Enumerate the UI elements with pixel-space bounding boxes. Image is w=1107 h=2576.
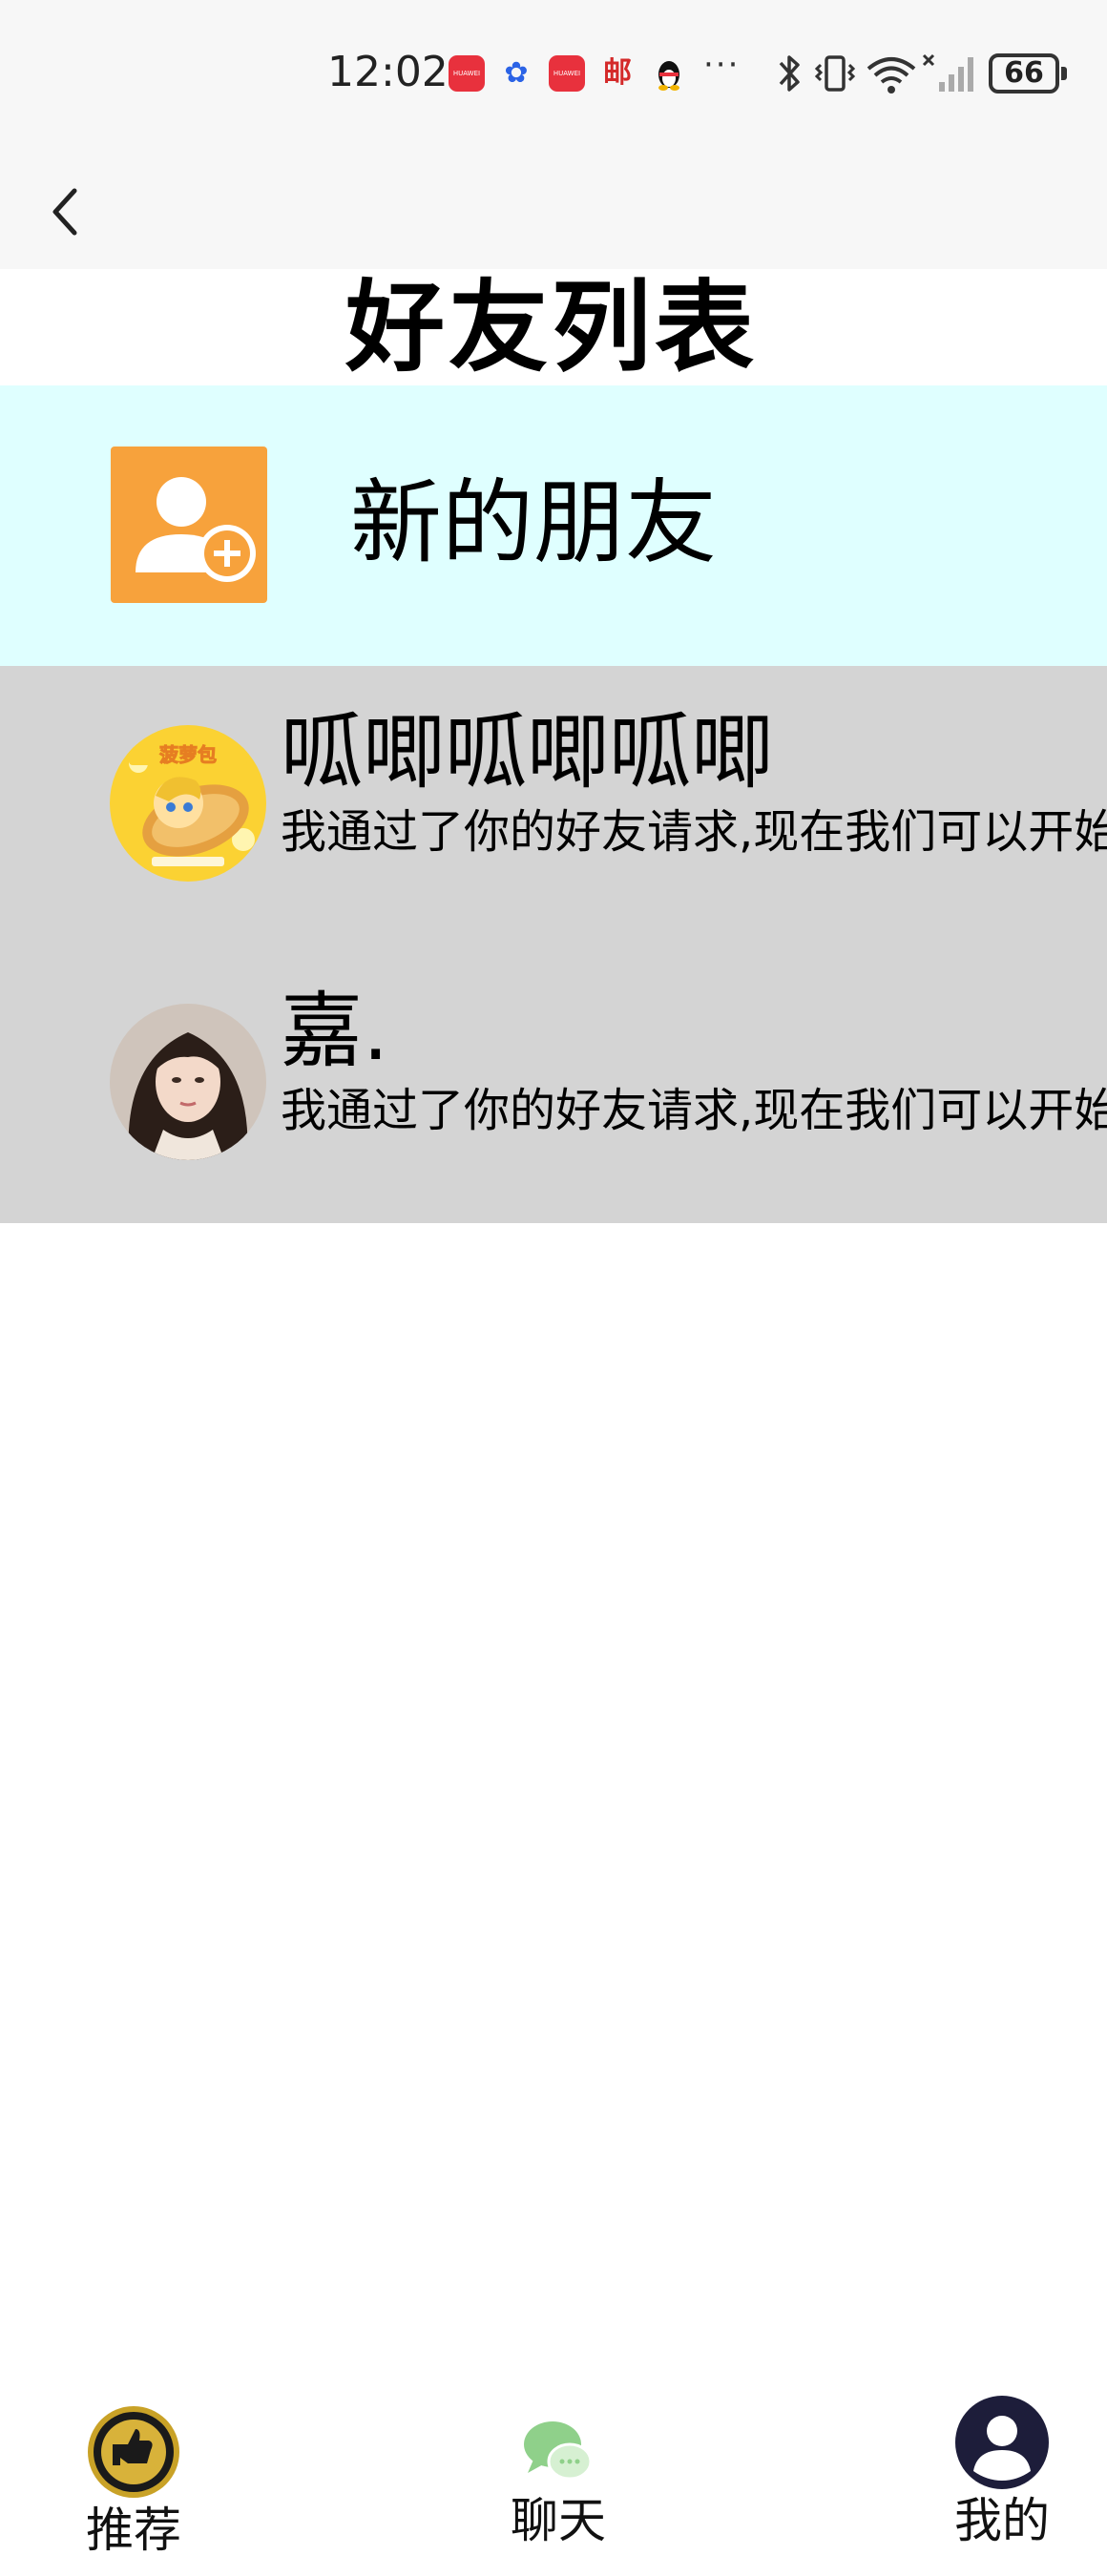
signal-icon <box>922 53 973 92</box>
friend-name: 呱唧呱唧呱唧 <box>281 705 773 800</box>
friend-name: 嘉. <box>281 984 389 1079</box>
back-button[interactable] <box>38 172 95 248</box>
friend-last-message: 我通过了你的好友请求,现在我们可以开始聊天了 <box>281 1084 1107 1137</box>
avatar-text: 菠萝包 <box>159 743 217 766</box>
friend-avatar: 菠萝包 <box>110 725 266 882</box>
tab-mine[interactable]: 我的 <box>945 2395 1059 2551</box>
tab-label: 推荐 <box>86 2503 181 2558</box>
vibrate-icon <box>814 55 856 92</box>
more-notifications-icon: ··· <box>703 46 741 84</box>
new-friends-row[interactable]: 新的朋友 <box>0 385 1107 666</box>
tab-recommend[interactable]: 推荐 <box>76 2404 191 2561</box>
tab-label: 聊天 <box>511 2493 606 2548</box>
huawei-app-icon-2: HUAWEI <box>549 55 585 92</box>
huawei-app-icon: HUAWEI <box>449 55 485 92</box>
status-bar: 12:02 HUAWEI ✿ HUAWEI 邮 ··· 66 <box>0 0 1107 153</box>
qq-penguin-icon <box>651 55 687 92</box>
recommend-badge-icon <box>88 2406 179 2498</box>
tab-label: 我的 <box>954 2493 1050 2548</box>
wifi-icon <box>867 57 916 93</box>
bottom-tab-bar: 推荐 聊天 我的 <box>0 2376 1107 2576</box>
bluetooth-icon <box>779 55 800 92</box>
battery-indicator: 66 <box>989 53 1067 93</box>
baidu-paw-icon: ✿ <box>504 56 529 90</box>
nav-bar <box>0 153 1107 269</box>
user-profile-icon <box>955 2396 1049 2489</box>
status-time: 12:02 <box>327 48 449 96</box>
friend-list-item[interactable]: 嘉. 我通过了你的好友请求,现在我们可以开始聊天了 <box>0 945 1107 1223</box>
chevron-left-icon <box>52 188 77 236</box>
post-office-icon: 邮 <box>603 56 632 90</box>
friend-avatar <box>110 1004 266 1160</box>
page-title: 好友列表 <box>0 269 1107 385</box>
friend-list: 菠萝包 呱唧呱唧呱唧 我通过了你的好友请求,现在我们可以开始聊天了 嘉. 我通过… <box>0 666 1107 1223</box>
friend-last-message: 我通过了你的好友请求,现在我们可以开始聊天了 <box>281 805 1107 859</box>
add-user-icon <box>111 447 267 603</box>
new-friends-label: 新的朋友 <box>350 469 717 576</box>
friend-list-item[interactable]: 菠萝包 呱唧呱唧呱唧 我通过了你的好友请求,现在我们可以开始聊天了 <box>0 666 1107 945</box>
tab-chat[interactable]: 聊天 <box>496 2414 620 2551</box>
page-title-text: 好友列表 <box>345 269 758 385</box>
chat-bubbles-icon <box>524 2421 593 2481</box>
